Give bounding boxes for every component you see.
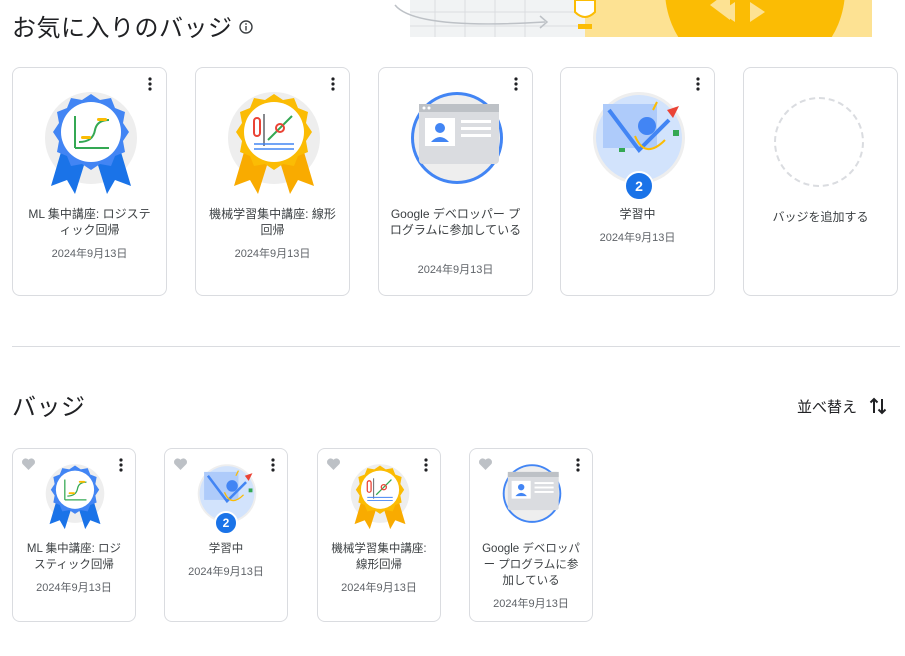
badge-card[interactable]: Google デベロッパー プログラムに参加している 2024年9月13日: [469, 448, 593, 622]
favorite-badge-card[interactable]: Google デベロッパー プログラムに参加している 2024年9月13日: [378, 67, 533, 296]
section-divider: [12, 346, 900, 347]
add-badge-card[interactable]: バッジを追加する: [743, 67, 898, 296]
badge-card[interactable]: ML 集中講座: ロジスティック回帰 2024年9月13日: [12, 448, 136, 622]
sort-label: 並べ替え: [797, 398, 858, 416]
more-options-icon[interactable]: [325, 76, 341, 92]
badge-card[interactable]: 機械学習集中講座: 線形回帰 2024年9月13日: [317, 448, 441, 622]
badge-name: 機械学習集中講座: 線形回帰: [331, 543, 427, 571]
header-banner-illustration: [375, 0, 872, 37]
more-options-icon[interactable]: [690, 76, 706, 92]
badge-name: Google デベロッパー プログラムに参加している: [389, 207, 522, 237]
badges-title: バッジ: [12, 394, 86, 421]
favorite-heart-icon[interactable]: [173, 457, 188, 471]
badge-date: 2024年9月13日: [51, 248, 128, 260]
ml-logistic-regression-badge-icon: [45, 92, 137, 194]
badge-card[interactable]: 2 学習中 2024年9月13日: [164, 448, 288, 622]
badge-date: 2024年9月13日: [234, 248, 311, 260]
ml-linear-regression-badge-icon: [228, 92, 320, 194]
badge-name: ML 集中講座: ロジスティック回帰: [28, 207, 151, 237]
add-badge-placeholder: [774, 97, 864, 187]
more-options-icon[interactable]: [570, 457, 586, 473]
badge-count: 2: [214, 511, 238, 535]
badge-name: ML 集中講座: ロジスティック回帰: [26, 543, 122, 571]
more-options-icon[interactable]: [418, 457, 434, 473]
favorite-badge-card[interactable]: 2 学習中 2024年9月13日: [560, 67, 715, 296]
ml-linear-regression-badge-icon: [350, 464, 410, 530]
add-badge-label: バッジを追加する: [772, 210, 869, 224]
google-developer-profile-badge-icon: [502, 464, 562, 523]
badge-name: 学習中: [208, 543, 244, 555]
badge-count: 2: [624, 171, 654, 201]
favorite-heart-icon[interactable]: [326, 457, 341, 471]
badge-date: 2024年9月13日: [36, 582, 112, 594]
badge-name: 機械学習集中講座: 線形回帰: [209, 207, 336, 237]
favorite-badge-card[interactable]: 機械学習集中講座: 線形回帰 2024年9月13日: [195, 67, 350, 296]
more-options-icon[interactable]: [142, 76, 158, 92]
favorite-badge-card[interactable]: ML 集中講座: ロジスティック回帰 2024年9月13日: [12, 67, 167, 296]
badge-date: 2024年9月13日: [599, 232, 676, 244]
favorite-heart-icon[interactable]: [21, 457, 36, 471]
badge-date: 2024年9月13日: [493, 598, 569, 610]
favorite-heart-icon[interactable]: [478, 457, 493, 471]
more-options-icon[interactable]: [508, 76, 524, 92]
google-developer-profile-badge-icon: [411, 92, 503, 184]
more-options-icon[interactable]: [113, 457, 129, 473]
info-icon[interactable]: [239, 20, 253, 34]
ml-logistic-regression-badge-icon: [45, 464, 105, 530]
favorites-title: お気に入りのバッジ: [12, 15, 233, 42]
more-options-icon[interactable]: [265, 457, 281, 473]
badge-date: 2024年9月13日: [417, 264, 494, 276]
sort-button[interactable]: 並べ替え: [797, 394, 887, 418]
sort-arrows-icon: [869, 397, 887, 415]
badge-date: 2024年9月13日: [188, 566, 264, 578]
badge-name: Google デベロッパー プログラムに参加している: [482, 543, 580, 587]
badge-name: 学習中: [619, 207, 656, 221]
badge-date: 2024年9月13日: [341, 582, 417, 594]
